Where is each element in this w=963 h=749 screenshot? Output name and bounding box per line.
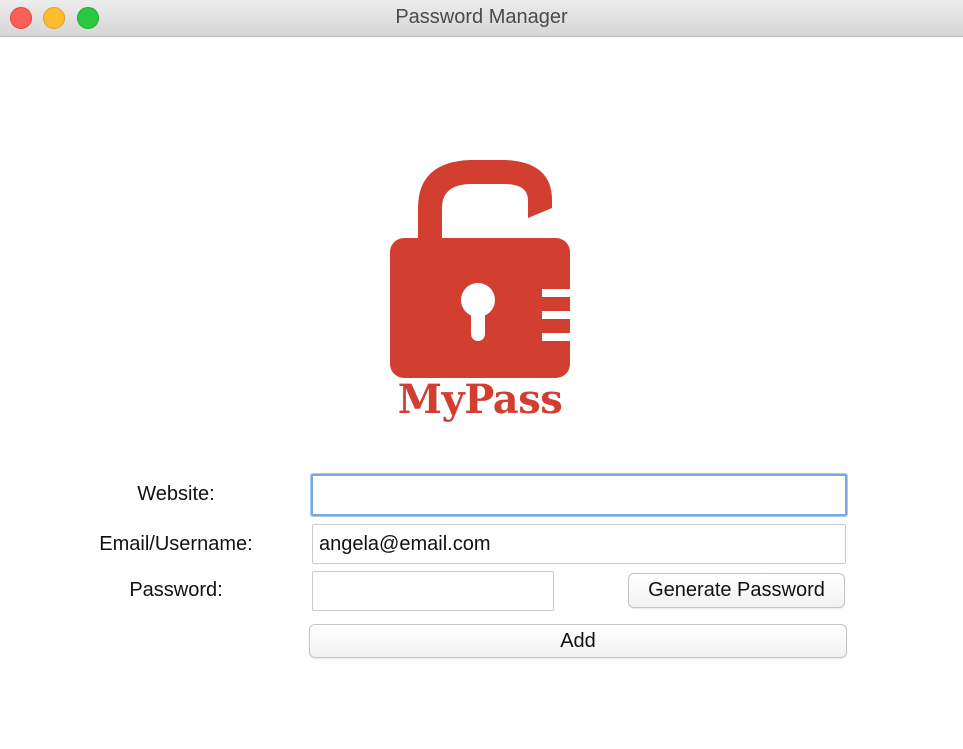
email-username-label: Email/Username:: [99, 533, 253, 555]
password-label: Password:: [129, 579, 223, 601]
logo-text: MyPass: [397, 376, 563, 423]
website-label: Website:: [137, 483, 215, 505]
generate-password-button[interactable]: Generate Password: [628, 573, 845, 608]
app-window: Password Manager MyPass Website: Email/U…: [0, 0, 963, 749]
password-input[interactable]: [312, 571, 554, 611]
title-bar[interactable]: Password Manager: [0, 0, 963, 37]
window-title: Password Manager: [395, 6, 568, 28]
email-username-input[interactable]: [312, 524, 846, 564]
website-input[interactable]: [311, 474, 847, 516]
add-button[interactable]: Add: [309, 624, 847, 658]
